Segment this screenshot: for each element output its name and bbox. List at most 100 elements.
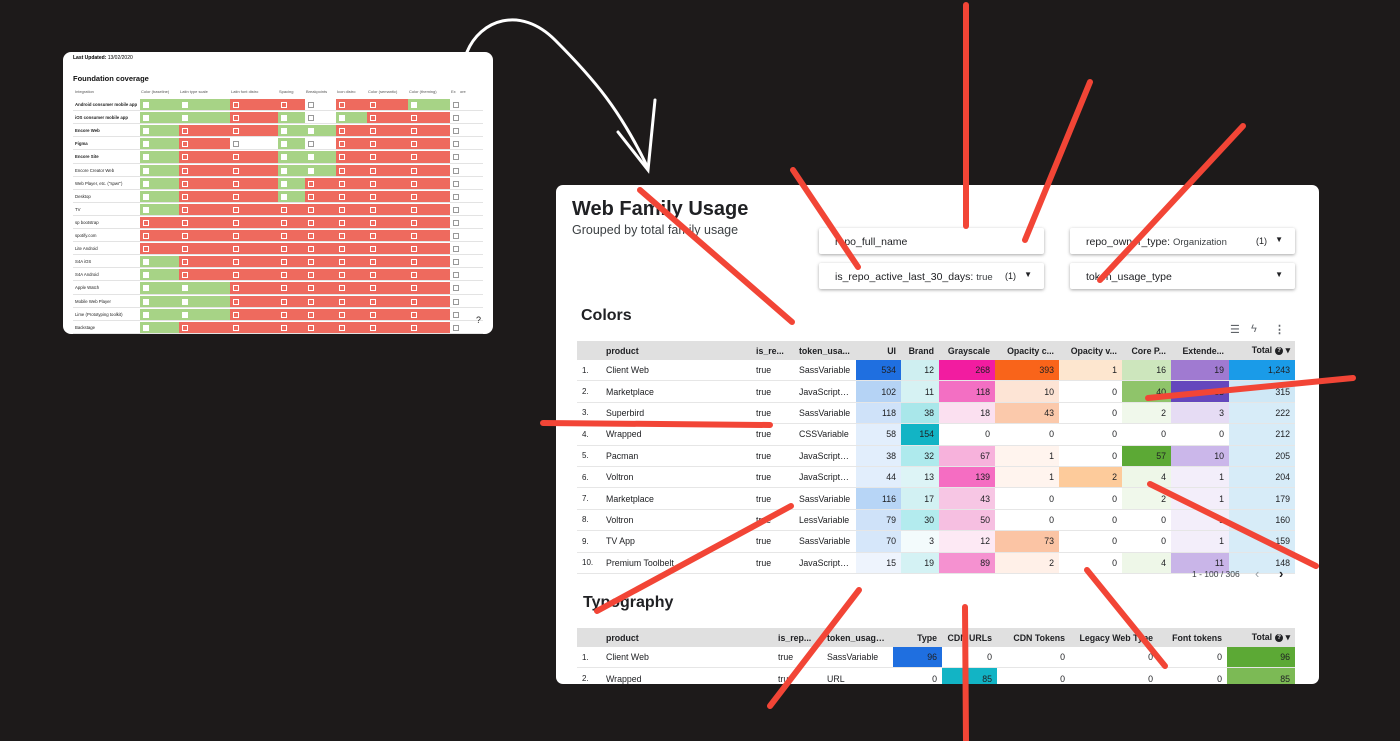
- coverage-checkbox[interactable]: [305, 177, 336, 189]
- column-header[interactable]: token_usage...: [822, 628, 893, 647]
- coverage-checkbox[interactable]: [140, 230, 179, 242]
- coverage-checkbox[interactable]: [179, 190, 230, 202]
- coverage-checkbox[interactable]: [336, 99, 367, 111]
- coverage-checkbox[interactable]: [450, 295, 459, 307]
- coverage-checkbox[interactable]: [305, 164, 336, 176]
- coverage-checkbox[interactable]: [140, 269, 179, 281]
- coverage-checkbox[interactable]: [179, 177, 230, 189]
- lightning-icon[interactable]: ϟ: [1251, 323, 1257, 335]
- column-header[interactable]: Font tokens: [1158, 628, 1227, 647]
- coverage-checkbox[interactable]: [305, 112, 336, 124]
- coverage-checkbox[interactable]: [450, 230, 459, 242]
- coverage-checkbox[interactable]: [450, 243, 459, 255]
- coverage-checkbox[interactable]: [179, 321, 230, 333]
- coverage-checkbox[interactable]: [336, 112, 367, 124]
- coverage-checkbox[interactable]: [336, 321, 367, 333]
- coverage-checkbox[interactable]: [450, 216, 459, 229]
- coverage-checkbox[interactable]: [230, 243, 278, 255]
- coverage-checkbox[interactable]: [336, 151, 367, 163]
- coverage-checkbox[interactable]: [230, 269, 278, 281]
- coverage-checkbox[interactable]: [278, 256, 305, 268]
- coverage-checkbox[interactable]: [450, 256, 459, 268]
- coverage-checkbox[interactable]: [367, 190, 408, 202]
- coverage-checkbox[interactable]: [408, 125, 450, 137]
- coverage-checkbox[interactable]: [278, 190, 305, 202]
- coverage-checkbox[interactable]: [140, 308, 179, 320]
- coverage-checkbox[interactable]: [305, 138, 336, 150]
- coverage-checkbox[interactable]: [230, 216, 278, 229]
- coverage-checkbox[interactable]: [367, 112, 408, 124]
- coverage-checkbox[interactable]: [450, 138, 459, 150]
- coverage-checkbox[interactable]: [367, 308, 408, 320]
- column-header[interactable]: Brand: [901, 341, 939, 360]
- coverage-checkbox[interactable]: [450, 282, 459, 294]
- coverage-checkbox[interactable]: [450, 190, 459, 202]
- coverage-checkbox[interactable]: [140, 203, 179, 215]
- coverage-checkbox[interactable]: [140, 256, 179, 268]
- coverage-checkbox[interactable]: [408, 216, 450, 229]
- table-row[interactable]: 4. Wrapped true CSSVariable 58 154 0 0 0 0 0 212: [577, 423, 1295, 446]
- coverage-checkbox[interactable]: [367, 282, 408, 294]
- coverage-checkbox[interactable]: [278, 99, 305, 111]
- coverage-checkbox[interactable]: [367, 295, 408, 307]
- coverage-checkbox[interactable]: [367, 256, 408, 268]
- coverage-checkbox[interactable]: [336, 138, 367, 150]
- coverage-checkbox[interactable]: [278, 151, 305, 163]
- column-header[interactable]: is_rep...: [773, 628, 822, 647]
- coverage-checkbox[interactable]: [336, 256, 367, 268]
- coverage-checkbox[interactable]: [408, 295, 450, 307]
- coverage-checkbox[interactable]: [278, 112, 305, 124]
- coverage-checkbox[interactable]: [305, 190, 336, 202]
- table-row[interactable]: 8. Voltron true LessVariable 79 30 50 0 0 0 1 160: [577, 509, 1295, 532]
- column-header[interactable]: Opacity v...: [1059, 341, 1122, 360]
- column-header[interactable]: [577, 341, 601, 360]
- coverage-checkbox[interactable]: [367, 125, 408, 137]
- coverage-checkbox[interactable]: [450, 177, 459, 189]
- coverage-checkbox[interactable]: [230, 190, 278, 202]
- coverage-checkbox[interactable]: [336, 164, 367, 176]
- coverage-checkbox[interactable]: [336, 125, 367, 137]
- coverage-checkbox[interactable]: [408, 203, 450, 215]
- coverage-checkbox[interactable]: [408, 190, 450, 202]
- column-header[interactable]: Total? ▾: [1229, 341, 1295, 360]
- coverage-checkbox[interactable]: [140, 282, 179, 294]
- help-icon[interactable]: ?: [1275, 633, 1284, 642]
- coverage-checkbox[interactable]: [408, 282, 450, 294]
- coverage-checkbox[interactable]: [450, 99, 459, 111]
- coverage-checkbox[interactable]: [179, 308, 230, 320]
- coverage-checkbox[interactable]: [336, 216, 367, 229]
- coverage-checkbox[interactable]: [278, 216, 305, 229]
- coverage-checkbox[interactable]: [305, 243, 336, 255]
- coverage-checkbox[interactable]: [140, 243, 179, 255]
- coverage-checkbox[interactable]: [408, 164, 450, 176]
- coverage-checkbox[interactable]: [179, 269, 230, 281]
- coverage-checkbox[interactable]: [230, 125, 278, 137]
- coverage-checkbox[interactable]: [140, 99, 179, 111]
- coverage-checkbox[interactable]: [367, 164, 408, 176]
- table-row[interactable]: 10. Premium Toolbelt true JavaScriptVa... 15…: [577, 552, 1295, 574]
- table-row[interactable]: 6. Voltron true JavaScriptVa... 44 13 139 1 2 4 1 2…: [577, 466, 1295, 489]
- coverage-checkbox[interactable]: [230, 308, 278, 320]
- coverage-checkbox[interactable]: [140, 295, 179, 307]
- column-header[interactable]: UI: [856, 341, 901, 360]
- table-row[interactable]: 1. Client Web true SassVariable 534 12 268 393 1…: [577, 360, 1295, 382]
- coverage-checkbox[interactable]: [305, 125, 336, 137]
- table-row[interactable]: 9. TV App true SassVariable 70 3 12 73 0 0 1 159: [577, 530, 1295, 553]
- coverage-checkbox[interactable]: [179, 243, 230, 255]
- coverage-checkbox[interactable]: [230, 203, 278, 215]
- table-row[interactable]: 2. Wrapped true URL 0 85 0 0 0 85: [577, 667, 1295, 684]
- filter-repo-owner-type[interactable]: repo_owner_type: Organization (1) ▼: [1070, 228, 1295, 254]
- coverage-checkbox[interactable]: [278, 269, 305, 281]
- filter-icon[interactable]: ☰: [1230, 323, 1240, 336]
- help-icon[interactable]: ?: [1275, 346, 1284, 355]
- coverage-checkbox[interactable]: [140, 138, 179, 150]
- filter-is-repo-active[interactable]: is_repo_active_last_30_days: true (1) ▼: [819, 263, 1044, 289]
- coverage-checkbox[interactable]: [336, 203, 367, 215]
- coverage-checkbox[interactable]: [179, 99, 230, 111]
- coverage-checkbox[interactable]: [408, 230, 450, 242]
- coverage-checkbox[interactable]: [230, 321, 278, 333]
- coverage-checkbox[interactable]: [408, 321, 450, 333]
- coverage-checkbox[interactable]: [305, 203, 336, 215]
- coverage-checkbox[interactable]: [278, 282, 305, 294]
- column-header[interactable]: Extende...: [1171, 341, 1229, 360]
